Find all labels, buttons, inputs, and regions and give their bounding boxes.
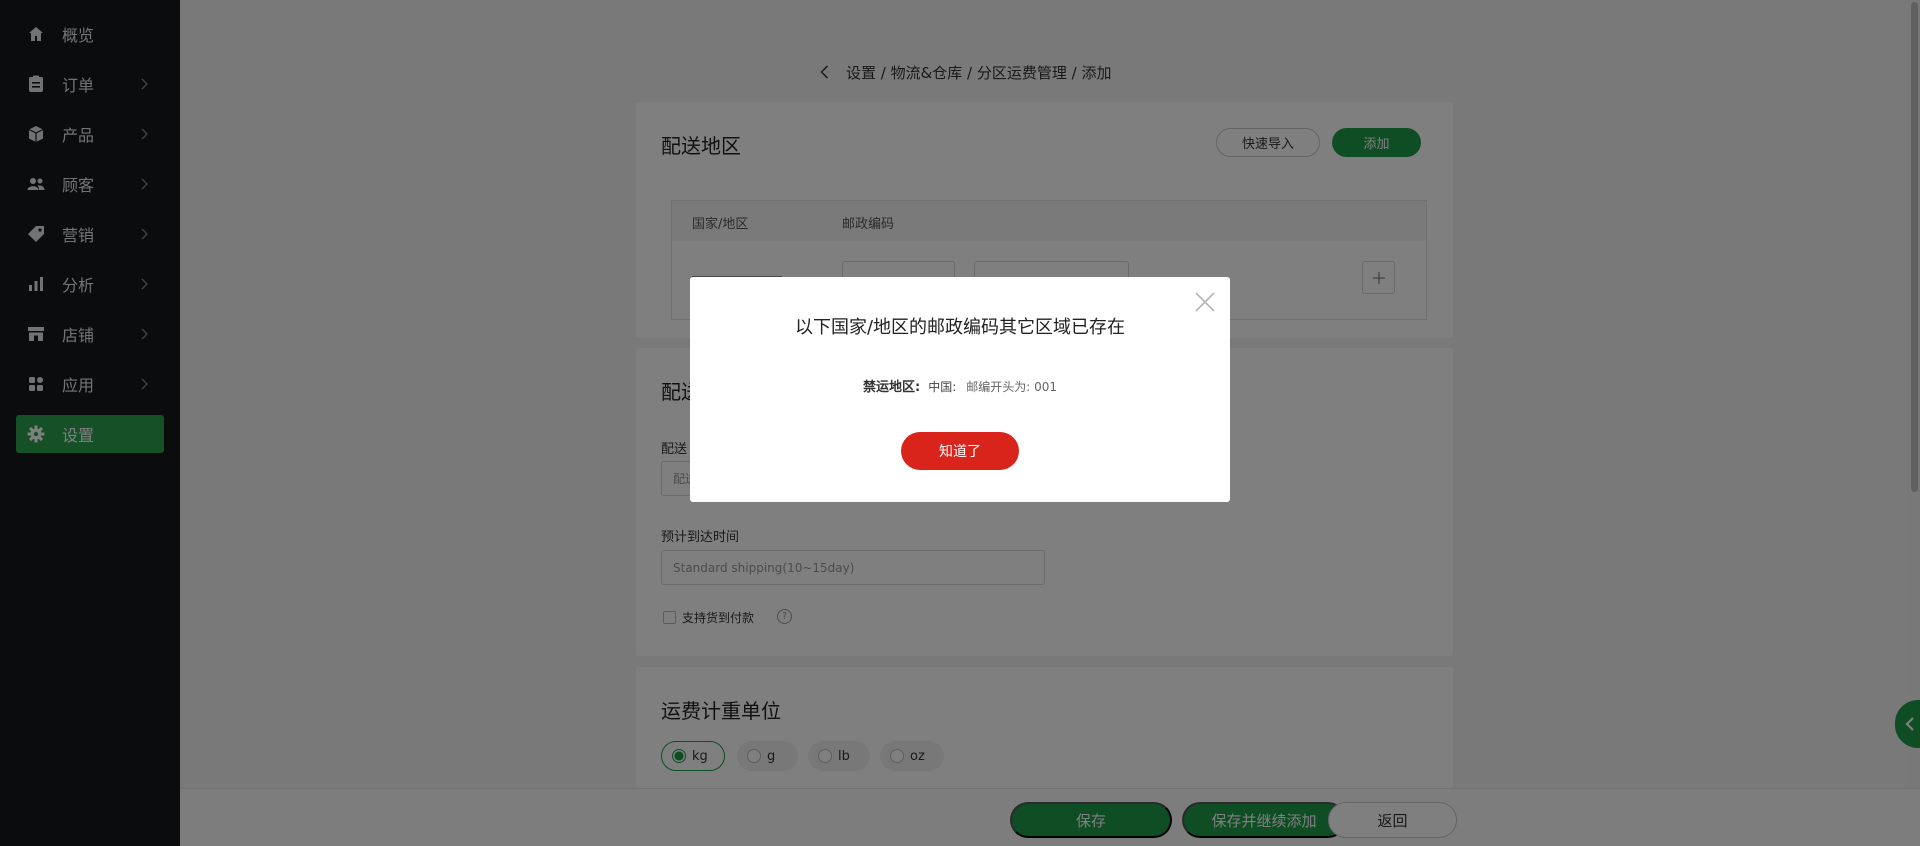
- message-value: 邮编开头为: 001: [966, 380, 1057, 394]
- message-country: 中国:: [928, 380, 957, 394]
- close-icon[interactable]: [1192, 289, 1218, 315]
- modal-title: 以下国家/地区的邮政编码其它区域已存在: [794, 317, 1126, 338]
- acknowledge-button[interactable]: 知道了: [901, 432, 1019, 470]
- modal-message: 禁运地区: 中国: 邮编开头为: 001: [690, 376, 1230, 395]
- message-key: 禁运地区:: [862, 380, 921, 395]
- conflict-modal: 以下国家/地区的邮政编码其它区域已存在 禁运地区: 中国: 邮编开头为: 001…: [690, 277, 1230, 502]
